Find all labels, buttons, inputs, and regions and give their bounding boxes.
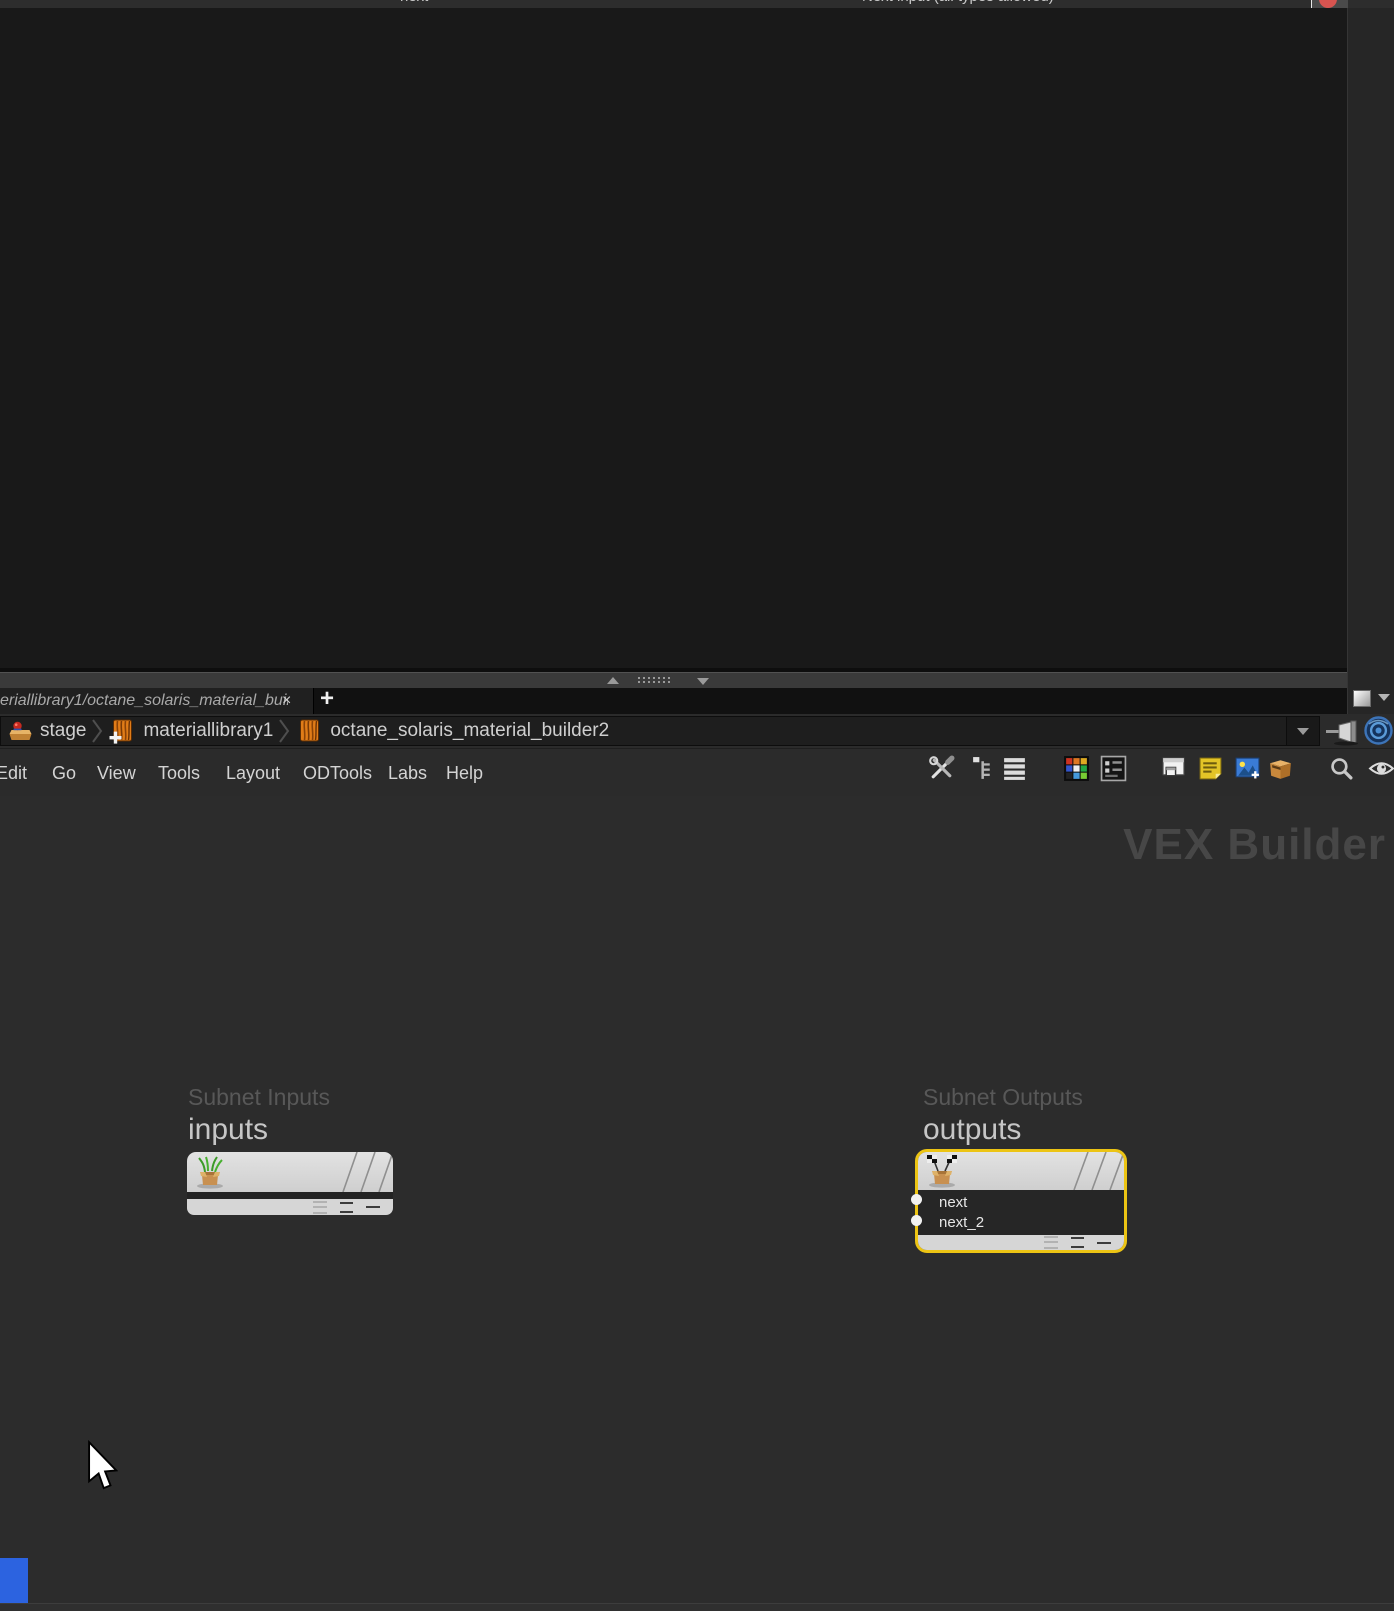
- upper-viewport-pane[interactable]: [0, 8, 1347, 670]
- subnet-input-icon: [197, 1156, 223, 1189]
- pin-pane-icon[interactable]: [1324, 718, 1364, 746]
- menu-labs[interactable]: Labs: [388, 763, 427, 784]
- network-context-watermark: VEX Builder: [1123, 820, 1386, 869]
- node-flag-double-icon[interactable]: [1071, 1237, 1084, 1248]
- menu-tools[interactable]: Tools: [158, 763, 200, 784]
- clipped-port-tooltip: Next input (all types allowed): [862, 0, 1054, 5]
- stage-icon: [9, 721, 32, 740]
- splitter-expand-up-icon[interactable]: [607, 677, 619, 684]
- breadcrumb-separator-icon: [92, 719, 103, 743]
- window-icon[interactable]: [1160, 755, 1187, 782]
- breadcrumb-stage[interactable]: stage: [7, 718, 86, 744]
- right-side-column: [1347, 8, 1394, 714]
- image-icon[interactable]: [1234, 755, 1261, 782]
- breadcrumb-label: stage: [40, 720, 87, 741]
- node-flag-single-icon[interactable]: [1097, 1241, 1111, 1244]
- node-name-label: outputs: [923, 1113, 1022, 1146]
- breadcrumb-separator-icon: [279, 719, 290, 743]
- subnet-output-icon: [927, 1155, 957, 1188]
- top-clipped-strip: next Next input (all types allowed): [0, 0, 1394, 8]
- breadcrumb-material-builder[interactable]: octane_solaris_material_builder2: [295, 717, 609, 745]
- palette-icon[interactable]: [1063, 755, 1090, 782]
- node-type-label: Subnet Outputs: [923, 1084, 1083, 1110]
- path-field[interactable]: stage materiallibrary1 octane_solaris_ma…: [0, 716, 1320, 746]
- path-history-dropdown[interactable]: [1286, 717, 1319, 745]
- port-row-next-2[interactable]: next_2: [918, 1212, 1124, 1232]
- input-port-dot[interactable]: [911, 1194, 922, 1205]
- material-builder-icon: [300, 719, 320, 742]
- pane-splitter[interactable]: [0, 672, 1347, 689]
- search-icon[interactable]: [1328, 755, 1355, 782]
- node-name-label: inputs: [188, 1113, 269, 1146]
- node-footer[interactable]: [187, 1199, 393, 1215]
- node-label-group: Subnet Outputs outputs: [923, 1084, 1083, 1147]
- node-subnet-inputs[interactable]: [187, 1152, 393, 1215]
- node-badge-slashes: [1073, 1152, 1124, 1190]
- material-library-icon: [109, 719, 133, 744]
- gallery-box-icon[interactable]: [1267, 755, 1294, 782]
- menu-layout[interactable]: Layout: [226, 763, 280, 784]
- menu-odtools[interactable]: ODTools: [303, 763, 372, 784]
- houdini-window: next Next input (all types allowed) eria…: [0, 0, 1394, 1611]
- port-row-next[interactable]: next: [918, 1192, 1124, 1212]
- blue-pane-indicator[interactable]: [0, 1558, 28, 1603]
- path-bar: stage materiallibrary1 octane_solaris_ma…: [0, 714, 1394, 748]
- breadcrumb-materiallibrary[interactable]: materiallibrary1: [108, 717, 273, 745]
- tab-close-icon[interactable]: ×: [282, 692, 291, 710]
- node-header[interactable]: [918, 1152, 1124, 1190]
- menu-edit[interactable]: Edit: [0, 763, 27, 784]
- bottom-strip: [0, 1603, 1394, 1611]
- node-flag-double-icon[interactable]: [340, 1201, 353, 1213]
- mouse-cursor: [88, 1440, 118, 1490]
- breadcrumb-label: octane_solaris_material_builder2: [330, 720, 610, 741]
- network-editor[interactable]: VEX Builder Subnet Inputs inputs Subnet …: [0, 796, 1394, 1603]
- node-type-label: Subnet Inputs: [188, 1084, 330, 1110]
- port-label: next: [939, 1193, 968, 1211]
- pane-menu-arrow-icon[interactable]: [1378, 694, 1390, 701]
- tab-bar: eriallibrary1/octane_solaris_material_bu…: [0, 685, 1347, 714]
- node-label-group: Subnet Inputs inputs: [188, 1084, 330, 1147]
- breadcrumb-label: materiallibrary1: [143, 720, 274, 741]
- node-flag-single-icon[interactable]: [366, 1206, 380, 1208]
- pane-maximize-button[interactable]: [1353, 690, 1371, 707]
- splitter-expand-down-icon[interactable]: [697, 678, 709, 685]
- grid-icon[interactable]: [1100, 755, 1127, 782]
- tab-label: eriallibrary1/octane_solaris_material_bu…: [0, 692, 288, 709]
- menu-bar: Edit Go View Tools Layout ODTools Labs H…: [0, 748, 1394, 796]
- node-badge-slashes: [342, 1152, 393, 1192]
- node-flag-triple-icon[interactable]: [1044, 1236, 1058, 1249]
- node-port-list: next next_2: [918, 1190, 1124, 1234]
- clipped-port-name: next: [400, 0, 428, 5]
- note-icon[interactable]: [1197, 755, 1224, 782]
- node-flag-triple-icon[interactable]: [313, 1200, 327, 1214]
- radar-follow-icon[interactable]: [1363, 715, 1394, 746]
- node-subnet-outputs[interactable]: next next_2: [915, 1149, 1127, 1253]
- menu-view[interactable]: View: [97, 763, 136, 784]
- node-body-band: [187, 1192, 393, 1199]
- port-label: next_2: [939, 1213, 985, 1231]
- menu-go[interactable]: Go: [52, 763, 76, 784]
- menu-help[interactable]: Help: [446, 763, 483, 784]
- list-icon[interactable]: [1001, 755, 1028, 782]
- node-footer[interactable]: [918, 1235, 1124, 1250]
- input-port-dot[interactable]: [911, 1215, 922, 1226]
- tab-network-editor[interactable]: eriallibrary1/octane_solaris_material_bu…: [0, 688, 314, 714]
- node-header[interactable]: [187, 1152, 393, 1192]
- splitter-grip[interactable]: [638, 677, 672, 685]
- tools-icon[interactable]: [928, 755, 955, 782]
- chevron-down-icon: [1297, 727, 1309, 735]
- tree-icon[interactable]: [970, 755, 997, 782]
- visibility-eye-icon[interactable]: [1368, 755, 1394, 782]
- new-tab-button[interactable]: +: [320, 685, 334, 713]
